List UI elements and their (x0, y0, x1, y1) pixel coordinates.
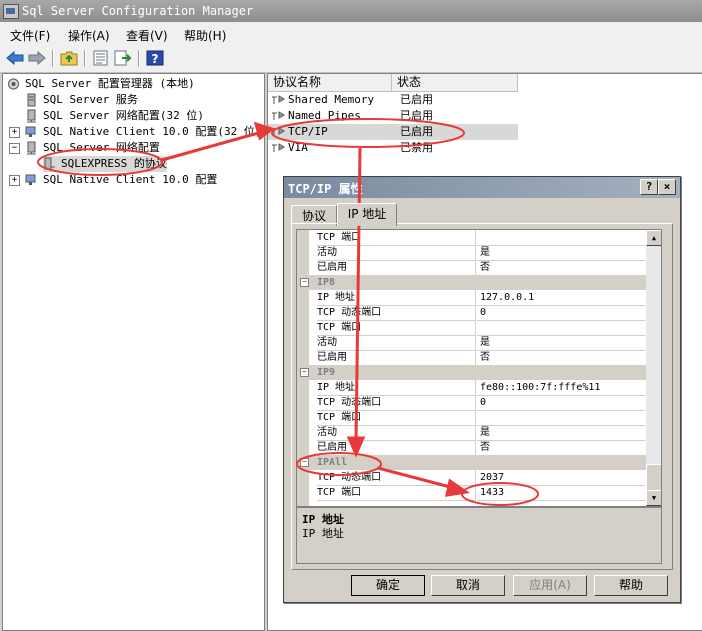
annotation-arrow-line (377, 466, 455, 490)
annotation-arrow-head (445, 478, 470, 497)
annotation-arrow-head (346, 436, 366, 458)
annotation-ellipse-tcpip (271, 118, 465, 148)
annotation-arrow-line (161, 130, 263, 162)
tab-ip-addresses[interactable]: IP 地址 (337, 203, 397, 226)
annotation-ellipse-port (461, 482, 539, 506)
annotation-arrow-line (354, 147, 362, 443)
annotation-ellipse-ipall (296, 452, 382, 476)
annotation-ellipse-sqlexpress (37, 148, 163, 176)
annotation-arrow-head (253, 121, 276, 141)
annotation-overlay (37, 118, 539, 506)
